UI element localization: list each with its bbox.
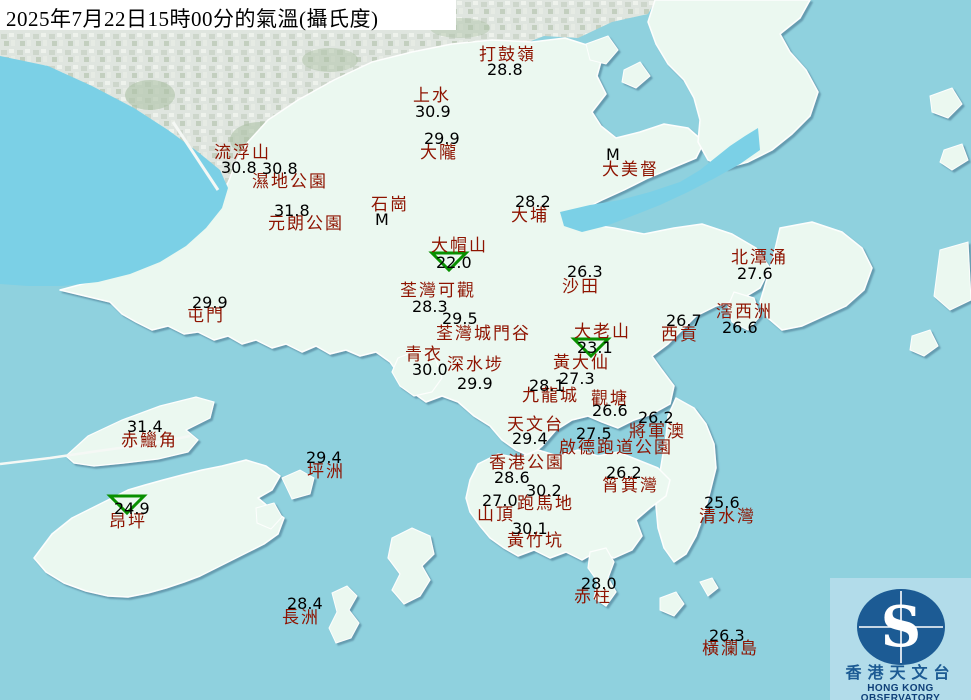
logo-chinese-name: 香港天文台 <box>830 666 971 682</box>
temperature-map-page: 打鼓嶺28.8上水30.9大隴29.9大美督M流浮山30.8濕地公園30.8元朗… <box>0 0 971 700</box>
logo-s-glyph: S <box>881 594 921 660</box>
logo-english-name: HONG KONG OBSERVATORY <box>830 684 971 700</box>
title-bar: 2025年7月22日15時00分的氣溫(攝氏度) <box>0 0 456 30</box>
hong-kong-map <box>0 0 971 700</box>
page-title: 2025年7月22日15時00分的氣溫(攝氏度) <box>6 3 379 33</box>
islet-east-edge <box>934 242 971 310</box>
hko-logo: S 香港天文台 HONG KONG OBSERVATORY <box>830 578 971 700</box>
